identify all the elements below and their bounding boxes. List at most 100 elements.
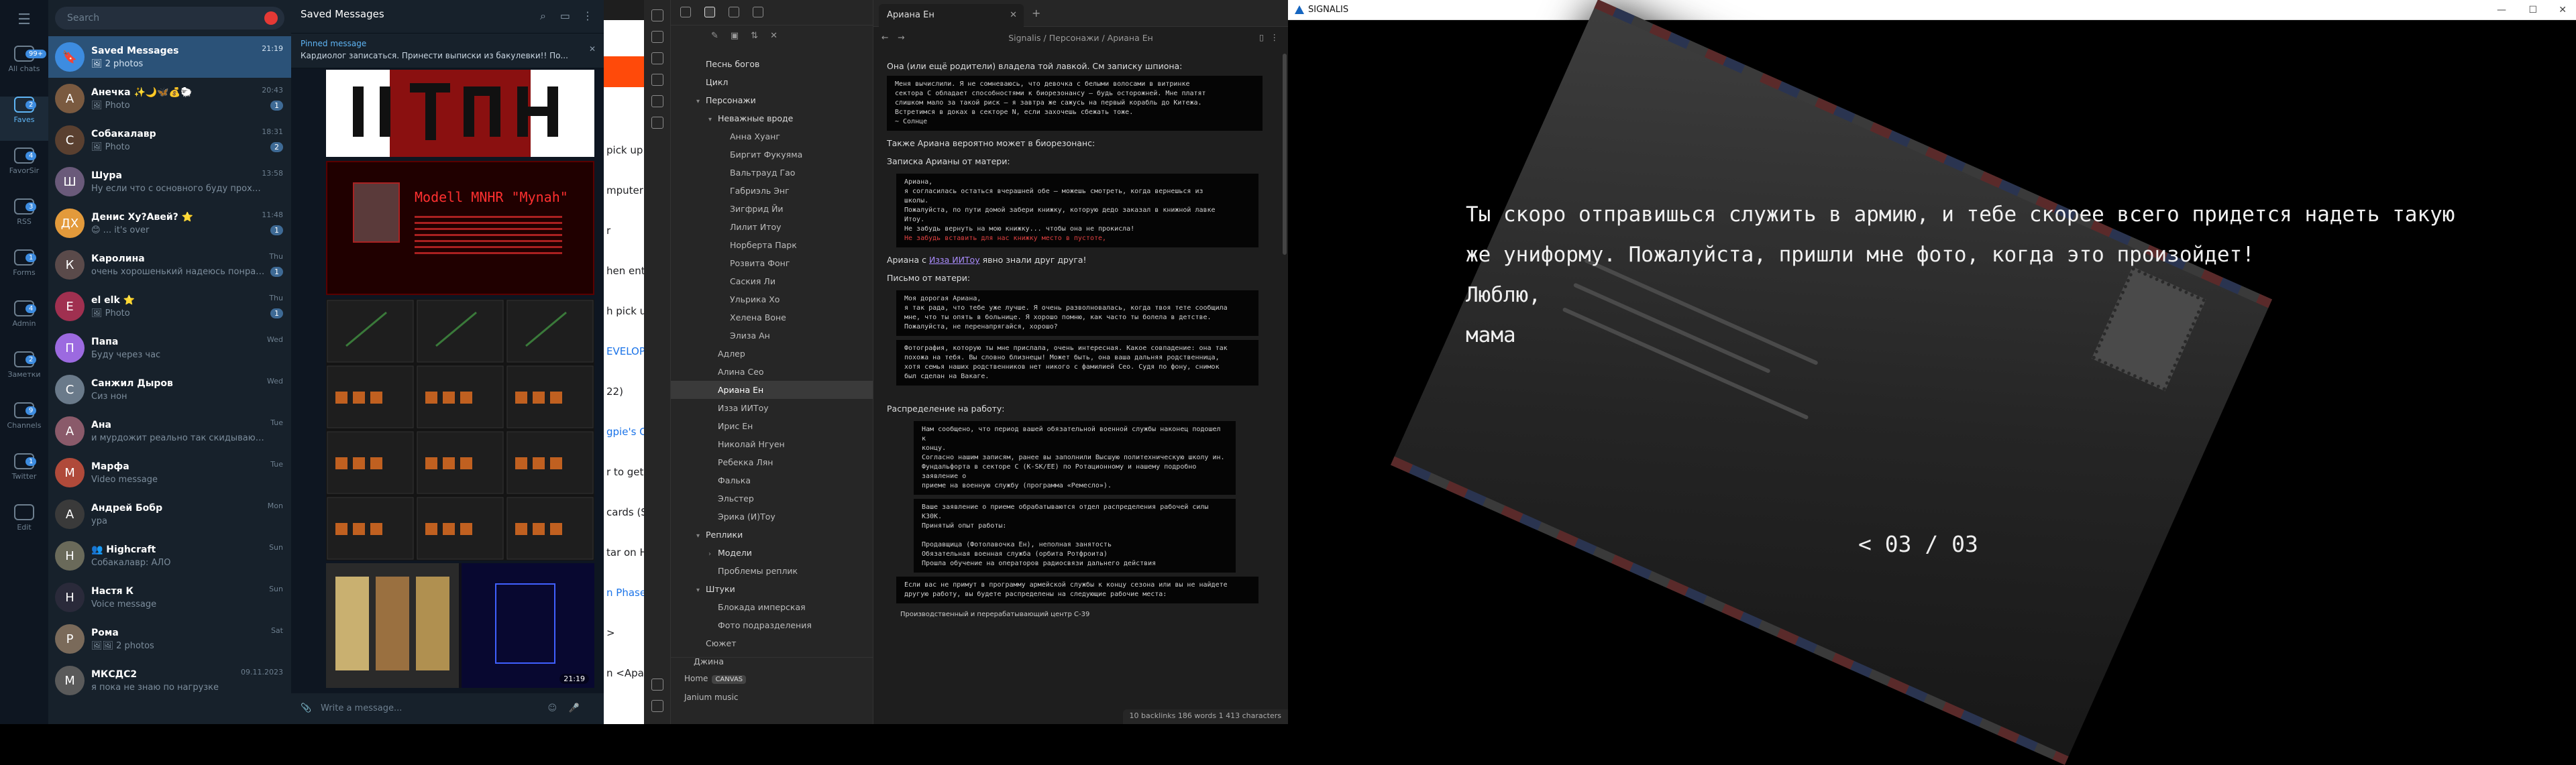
- tree-file[interactable]: Биргит Фукуяма: [671, 145, 873, 164]
- folder-4[interactable]: 1 Forms: [0, 249, 48, 294]
- reading-view-icon[interactable]: ▯: [1259, 32, 1264, 42]
- emoji-icon[interactable]: ☺: [547, 693, 557, 724]
- folder-9[interactable]: Edit: [0, 504, 48, 548]
- tree-file[interactable]: Вальтрауд Гао: [671, 164, 873, 182]
- folder-6[interactable]: 2 Заметки: [0, 351, 48, 396]
- folder-5[interactable]: 4 Admin: [0, 300, 48, 345]
- folder-7[interactable]: 9 Channels: [0, 402, 48, 447]
- sidebar-toggle-icon[interactable]: ▭: [560, 9, 570, 22]
- tree-folder[interactable]: Цикл: [671, 73, 873, 91]
- tree-file[interactable]: Норберта Парк: [671, 236, 873, 254]
- chat-list-item[interactable]: С Собакалавр 🖼 Photo 18:31 2: [48, 119, 291, 161]
- tree-file[interactable]: Блокада имперская: [671, 598, 873, 616]
- chat-list-item[interactable]: М МКСДС2 я пока не знаю по нагрузке 09.11.2…: [48, 660, 291, 701]
- chat-list-item[interactable]: H 👥 Highcraft Собакалавр: АЛО Sun: [48, 535, 291, 577]
- tree-folder[interactable]: Песнь богов: [671, 55, 873, 73]
- tab-ariana[interactable]: Ариана Ен ✕: [879, 4, 1024, 27]
- chat-list-item[interactable]: М Марфа Video message Tue: [48, 452, 291, 493]
- chat-list-item[interactable]: С Санжил Дыров Сиз нон Wed: [48, 369, 291, 410]
- poster-photo[interactable]: Modell MNHR "Mynah": [326, 161, 594, 295]
- tree-file[interactable]: Хелена Воне: [671, 308, 873, 327]
- new-tab-icon[interactable]: +: [1032, 7, 1040, 19]
- tree-file[interactable]: Николай Нгуен: [671, 435, 873, 453]
- folder-2[interactable]: 4 FavorSir: [0, 148, 48, 192]
- minimize-icon[interactable]: —: [2497, 0, 2506, 20]
- tree-file[interactable]: Габриэль Энг: [671, 182, 873, 200]
- menu-icon[interactable]: ☰: [0, 7, 48, 39]
- chat-list-item[interactable]: А Ана и мурдожит реально так скидывают ...…: [48, 410, 291, 452]
- tree-file[interactable]: Ирис Ен: [671, 417, 873, 435]
- chat-list-item[interactable]: Ш Шура Ну если что с основного буду проход…: [48, 161, 291, 202]
- close-icon[interactable]: ✕: [589, 44, 596, 54]
- internal-link[interactable]: Изза ИИТоу: [929, 255, 980, 265]
- note-line: Ваше заявление о приеме обрабатываются о…: [922, 504, 1209, 520]
- calendar-icon[interactable]: [651, 74, 663, 86]
- photo-message[interactable]: [326, 70, 594, 157]
- tree-file[interactable]: Розвита Фонг: [671, 254, 873, 272]
- folder-1[interactable]: 2 Faves: [0, 97, 48, 141]
- tree-folder[interactable]: ▾ Неважные вроде: [671, 109, 873, 127]
- tree-file[interactable]: Лилит Итоу: [671, 218, 873, 236]
- folder-8[interactable]: 1 Twitter: [0, 453, 48, 497]
- folder-3[interactable]: 3 RSS: [0, 198, 48, 243]
- tree-file[interactable]: Фото подразделения: [671, 616, 873, 634]
- help-icon[interactable]: [651, 679, 663, 691]
- page-indicator[interactable]: < 03 / 03: [1858, 531, 1978, 557]
- mic-icon[interactable]: 🎤: [569, 693, 580, 724]
- folder-icon[interactable]: [704, 7, 715, 17]
- photo-album-message[interactable]: 21:19: [326, 563, 594, 688]
- tree-file[interactable]: Ариана Ен: [671, 381, 873, 399]
- chat-list-item[interactable]: Р Рома 🖼🖼 2 photos Sat: [48, 618, 291, 660]
- bookmark-icon[interactable]: [753, 7, 763, 17]
- search-input[interactable]: Search: [55, 7, 284, 30]
- tree-file[interactable]: Анна Хуанг: [671, 127, 873, 145]
- search-icon[interactable]: [729, 7, 739, 17]
- more-icon[interactable]: ⋮: [582, 9, 593, 22]
- sidebar-toggle-icon[interactable]: [680, 7, 691, 17]
- chat-list-item[interactable]: Н Настя К Voice message Sun: [48, 577, 291, 618]
- templates-icon[interactable]: [651, 95, 663, 107]
- close-icon[interactable]: ✕: [2559, 0, 2567, 20]
- more-icon[interactable]: ⋮: [1271, 32, 1279, 42]
- graph-icon[interactable]: [651, 31, 663, 43]
- files-icon[interactable]: [651, 9, 663, 21]
- tree-folder[interactable]: ▾ Персонажи: [671, 91, 873, 109]
- folder-0[interactable]: 99+ All chats: [0, 46, 48, 90]
- tree-file[interactable]: Зигфрид Йи: [671, 200, 873, 218]
- tree-file[interactable]: Фалька: [671, 471, 873, 489]
- scrollbar[interactable]: [1283, 54, 1287, 255]
- tree-file[interactable]: Алина Сео: [671, 363, 873, 381]
- vault-switcher[interactable]: Home CANVAS Janium music: [671, 657, 873, 724]
- pinned-message-bar[interactable]: Pinned message Кардиолог записаться. При…: [291, 34, 604, 68]
- tree-file[interactable]: Проблемы реплик: [671, 562, 873, 580]
- tree-file[interactable]: Эльстер: [671, 489, 873, 508]
- maximize-icon[interactable]: ☐: [2528, 0, 2537, 20]
- chat-list-item[interactable]: К Каролина очень хорошенький надеюсь понра…: [48, 244, 291, 286]
- chat-list-item[interactable]: А Анечка ✨🌙🦋💰🐑 🖼 Photo 20:43 1: [48, 78, 291, 119]
- chat-list-item[interactable]: ДХ Денис Ху?Авей? ⭐ 😊 ... it's over 11:48 1: [48, 202, 291, 244]
- terminal-icon[interactable]: [651, 117, 663, 129]
- tree-file[interactable]: Изза ИИТоу: [671, 399, 873, 417]
- tree-file[interactable]: Адлер: [671, 345, 873, 363]
- chat-list-item[interactable]: Eel elk ⭐ 🖼 Photo Thu 1: [48, 286, 291, 327]
- photo-grid-message[interactable]: [326, 299, 594, 561]
- tree-folder[interactable]: ▾ Реплики: [671, 526, 873, 544]
- tree-file[interactable]: Саския Ли: [671, 272, 873, 290]
- close-icon[interactable]: ✕: [1010, 10, 1017, 20]
- tree-file[interactable]: Ульрика Хо: [671, 290, 873, 308]
- chat-list-item[interactable]: П Папа Буду через час Wed: [48, 327, 291, 369]
- message-input[interactable]: 📎 Write a message... ☺ 🎤: [291, 693, 604, 724]
- tree-file[interactable]: Ребекка Лян: [671, 453, 873, 471]
- search-icon[interactable]: ⌕: [540, 9, 546, 23]
- tree-file[interactable]: Эрика (И)Тоу: [671, 508, 873, 526]
- tree-file[interactable]: Сюжет: [671, 634, 873, 652]
- chat-list-item[interactable]: 🔖 Saved Messages 🖼 2 photos 21:19: [48, 36, 291, 78]
- explorer-toolbar[interactable]: ✎▣⇅✕: [711, 31, 790, 41]
- settings-icon[interactable]: [651, 700, 663, 712]
- attach-icon[interactable]: 📎: [301, 693, 311, 724]
- canvas-icon[interactable]: [651, 52, 663, 64]
- chat-list-item[interactable]: А Андрей Бобр ура Mon: [48, 493, 291, 535]
- tree-file[interactable]: Элиза Ан: [671, 327, 873, 345]
- tree-folder[interactable]: › Модели: [671, 544, 873, 562]
- tree-folder[interactable]: ▾ Штуки: [671, 580, 873, 598]
